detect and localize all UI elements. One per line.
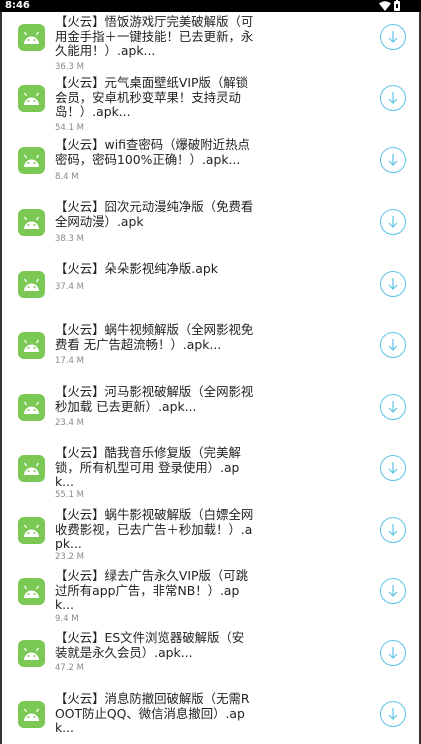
file-size: 38.3 M bbox=[55, 234, 84, 244]
screen-border-left bbox=[0, 12, 2, 744]
app-title: 【火云】ES文件浏览器破解版（安装就是永久会员）.apk... bbox=[55, 630, 245, 660]
android-app-icon bbox=[18, 271, 45, 298]
download-button[interactable] bbox=[380, 271, 406, 297]
list-item[interactable]: 【火云】蜗牛视频解版（全网影视免费看 无广告超流畅！）.apk... 17.4 … bbox=[0, 320, 421, 381]
download-button[interactable] bbox=[380, 147, 406, 173]
app-title: 【火云】朵朵影视纯净版.apk bbox=[55, 261, 218, 276]
status-time: 8:46 bbox=[5, 0, 30, 11]
android-app-icon bbox=[18, 24, 45, 51]
download-arrow-icon bbox=[388, 708, 398, 720]
file-size: 23.4 M bbox=[55, 418, 84, 428]
battery-icon bbox=[394, 0, 400, 11]
wifi-icon bbox=[379, 1, 391, 11]
android-app-icon bbox=[18, 394, 45, 421]
list-item[interactable]: 【火云】消息防撤回破解版（无需ROOT防止QQ、微信消息撤回）.apk... bbox=[0, 689, 421, 744]
app-list: 【火云】悟饭游戏厅完美破解版（可用金手指＋一键技能！已去更新，永久能用！）.ap… bbox=[0, 0, 421, 744]
app-title: 【火云】蜗牛影视破解版（白嫖全网收费影视，已去广告＋秒加载！）.apk... bbox=[55, 507, 254, 551]
download-button[interactable] bbox=[380, 578, 406, 604]
android-app-icon bbox=[18, 578, 45, 605]
download-button[interactable] bbox=[380, 24, 406, 50]
file-size: 55.1 M bbox=[55, 490, 84, 500]
file-size: 36.3 M bbox=[55, 62, 84, 72]
app-title: 【火云】蜗牛视频解版（全网影视免费看 无广告超流畅！）.apk... bbox=[55, 322, 254, 352]
download-button[interactable] bbox=[380, 640, 406, 666]
download-button[interactable] bbox=[380, 701, 406, 727]
file-size: 17.4 M bbox=[55, 356, 84, 366]
list-item[interactable]: 【火云】wifi查密码（爆破附近热点密码，密码100%正确！）.apk... 8… bbox=[0, 135, 421, 196]
app-title: 【火云】囧次元动漫纯净版（免费看全网动漫）.apk bbox=[55, 199, 254, 229]
android-app-icon bbox=[18, 701, 45, 728]
android-app-icon bbox=[18, 517, 45, 544]
android-app-icon bbox=[18, 85, 45, 112]
status-icons bbox=[379, 0, 405, 11]
list-item[interactable]: 【火云】元气桌面壁纸VIP版（解锁会员，安卓机秒变苹果！支持灵动岛！）.apk.… bbox=[0, 73, 421, 134]
android-app-icon bbox=[18, 455, 45, 482]
android-app-icon bbox=[18, 209, 45, 236]
file-size: 9.4 M bbox=[55, 614, 79, 624]
download-button[interactable] bbox=[380, 85, 406, 111]
app-title: 【火云】悟饭游戏厅完美破解版（可用金手指＋一键技能！已去更新，永久能用！）.ap… bbox=[55, 14, 254, 58]
app-title: 【火云】元气桌面壁纸VIP版（解锁会员，安卓机秒变苹果！支持灵动岛！）.apk.… bbox=[55, 75, 249, 119]
status-bar: 8:46 bbox=[0, 0, 421, 12]
app-title: 【火云】消息防撤回破解版（无需ROOT防止QQ、微信消息撤回）.apk... bbox=[55, 691, 250, 735]
download-arrow-icon bbox=[388, 278, 398, 290]
list-item[interactable]: 【火云】河马影视破解版（全网影视秒加载 已去更新）.apk... 23.4 M bbox=[0, 382, 421, 443]
download-button[interactable] bbox=[380, 209, 406, 235]
download-arrow-icon bbox=[388, 585, 398, 597]
download-arrow-icon bbox=[388, 92, 398, 104]
list-item[interactable]: 【火云】囧次元动漫纯净版（免费看全网动漫）.apk 38.3 M bbox=[0, 197, 421, 258]
app-title: 【火云】绿去广告永久VIP版（可跳过所有app广告，非常NB！）.apk... bbox=[55, 568, 249, 612]
download-button[interactable] bbox=[380, 394, 406, 420]
download-arrow-icon bbox=[388, 462, 398, 474]
file-size: 8.4 M bbox=[55, 172, 79, 182]
download-arrow-icon bbox=[388, 524, 398, 536]
app-title: 【火云】河马影视破解版（全网影视秒加载 已去更新）.apk... bbox=[55, 384, 254, 414]
list-item[interactable]: 【火云】蜗牛影视破解版（白嫖全网收费影视，已去广告＋秒加载！）.apk... 2… bbox=[0, 505, 421, 566]
download-arrow-icon bbox=[388, 31, 398, 43]
android-app-icon bbox=[18, 147, 45, 174]
android-app-icon bbox=[18, 332, 45, 359]
download-arrow-icon bbox=[388, 154, 398, 166]
download-button[interactable] bbox=[380, 455, 406, 481]
list-item[interactable]: 【火云】朵朵影视纯净版.apk 37.4 M bbox=[0, 259, 421, 320]
download-button[interactable] bbox=[380, 332, 406, 358]
download-arrow-icon bbox=[388, 339, 398, 351]
app-title: 【火云】wifi查密码（爆破附近热点密码，密码100%正确！）.apk... bbox=[55, 137, 250, 167]
file-size: 47.2 M bbox=[55, 663, 84, 673]
download-arrow-icon bbox=[388, 401, 398, 413]
download-arrow-icon bbox=[388, 647, 398, 659]
list-item[interactable]: 【火云】ES文件浏览器破解版（安装就是永久会员）.apk... 47.2 M bbox=[0, 628, 421, 689]
file-size: 54.1 M bbox=[55, 123, 84, 133]
download-arrow-icon bbox=[388, 216, 398, 228]
list-item[interactable]: 【火云】悟饭游戏厅完美破解版（可用金手指＋一键技能！已去更新，永久能用！）.ap… bbox=[0, 12, 421, 73]
file-size: 37.4 M bbox=[55, 282, 84, 292]
file-size: 23.2 M bbox=[55, 552, 84, 562]
app-title: 【火云】酷我音乐修复版（完美解锁，所有机型可用 登录使用）.apk... bbox=[55, 445, 241, 489]
download-button[interactable] bbox=[380, 517, 406, 543]
android-app-icon bbox=[18, 640, 45, 667]
list-item[interactable]: 【火云】酷我音乐修复版（完美解锁，所有机型可用 登录使用）.apk... 55.… bbox=[0, 443, 421, 504]
list-item[interactable]: 【火云】绿去广告永久VIP版（可跳过所有app广告，非常NB！）.apk... … bbox=[0, 566, 421, 627]
